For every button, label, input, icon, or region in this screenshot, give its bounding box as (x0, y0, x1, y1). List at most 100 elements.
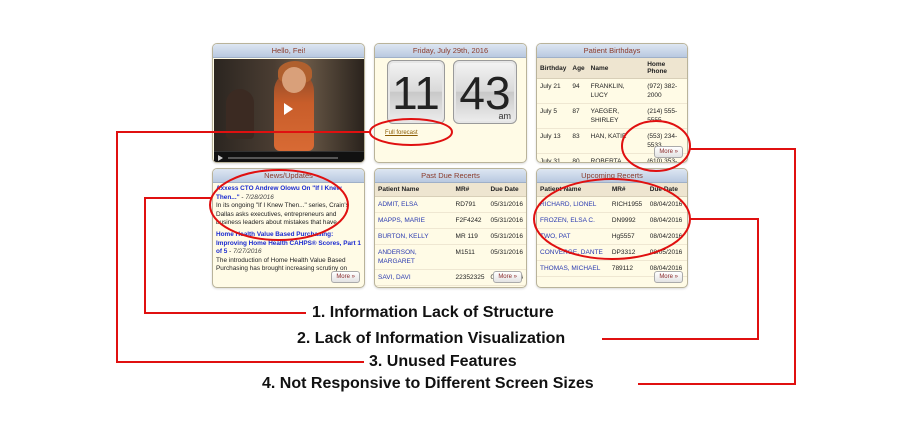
cell: Hg5557 (608, 228, 647, 245)
table-row[interactable]: MAPPS, MARIE F2F4242 05/31/2016 (375, 212, 526, 229)
patient-link[interactable]: MAPPS, MARIE (375, 212, 453, 229)
cell: (214) 555-5555 (644, 103, 687, 129)
full-forecast-link[interactable]: Full forecast (385, 130, 418, 136)
annotation-label-1: 1. Information Lack of Structure (312, 304, 554, 321)
cell: July 13 (537, 128, 570, 154)
cell: HAN, KATIE (587, 128, 645, 154)
panel-title: Upcoming Recerts (537, 169, 687, 183)
column-header: MR# (608, 183, 647, 197)
cell: 94 (569, 78, 588, 104)
welcome-video-panel: Hello, Fei! (212, 43, 365, 163)
patient-birthdays-panel: Patient Birthdays Birthday Age Name Home… (536, 43, 688, 163)
table-row: July 21 94 FRANKLIN, LUCY (972) 382-2000 (537, 78, 687, 104)
news-item: Axxess CTO Andrew Olowu On "If I Knew Th… (216, 185, 362, 228)
cell: 22352325 (452, 269, 488, 286)
patient-link[interactable]: FROZEN, ELSA C. (537, 212, 609, 229)
patient-link[interactable]: BURTON, KELLY (375, 228, 453, 245)
cell: MR 119 (452, 228, 488, 245)
panel-title: News/Updates (213, 169, 364, 183)
cell: 05/31/2016 (487, 212, 526, 229)
upcoming-table: Patient Name MR# Due Date RICHARD, LIONE… (537, 183, 687, 277)
column-header: Due Date (487, 183, 526, 197)
cell: 08/04/2016 (646, 212, 687, 229)
table-row[interactable]: RICHARD, LIONEL RICH1955 08/04/2016 (537, 196, 687, 213)
cell: DP3312 (608, 244, 647, 261)
cell: 08/04/2016 (646, 196, 687, 213)
cell: 05/31/2016 (487, 244, 526, 270)
cell: 80 (569, 153, 588, 162)
video-progress-bar[interactable] (228, 157, 338, 159)
table-row[interactable]: ADMIT, ELSA RD791 05/31/2016 (375, 196, 526, 213)
annotation-label-2: 2. Lack of Information Visualization (297, 330, 566, 347)
cell: July 5 (537, 103, 570, 129)
news-headline-link[interactable]: Axxess CTO Andrew Olowu On "If I Knew Th… (216, 185, 342, 201)
more-button[interactable]: More » (654, 146, 683, 158)
cell: M1511 (452, 244, 488, 270)
cell: (972) 382-2000 (644, 78, 687, 104)
cell: 05/31/2016 (487, 228, 526, 245)
cell: F2F4242 (452, 212, 488, 229)
patient-link[interactable]: RICHARD, LIONEL (537, 196, 609, 213)
column-header: Due Date (646, 183, 687, 197)
column-header: Birthday (537, 58, 570, 79)
play-small-icon[interactable] (218, 155, 223, 161)
cell: 08/04/2016 (646, 228, 687, 245)
cell: July 31 (537, 153, 570, 162)
cell: 05/31/2016 (487, 196, 526, 213)
news-list: Axxess CTO Andrew Olowu On "If I Knew Th… (216, 185, 362, 274)
cell: RICH1955 (608, 196, 647, 213)
cell: July 21 (537, 78, 570, 104)
cell: 789112 (608, 260, 647, 277)
more-button[interactable]: More » (493, 271, 522, 283)
more-button[interactable]: More » (654, 271, 683, 283)
play-icon[interactable] (284, 103, 293, 115)
cell: 83 (569, 128, 588, 154)
more-button[interactable]: More » (331, 271, 360, 283)
table-row[interactable]: FROZEN, ELSA C. DN9992 08/04/2016 (537, 212, 687, 229)
video-player[interactable] (214, 59, 364, 162)
cell: ROBERTA, AUDRY (587, 153, 645, 162)
cell: 08/05/2016 (646, 244, 687, 261)
cell: DN9992 (608, 212, 647, 229)
patient-link[interactable]: TWO, PAT (537, 228, 609, 245)
table-row: July 5 87 YAEGER, SHIRLEY (214) 555-5555 (537, 103, 687, 129)
date-clock-panel: Friday, July 29th, 2016 11 43 am Full fo… (374, 43, 527, 163)
column-header: Name (587, 58, 645, 79)
panel-title: Hello, Fei! (213, 44, 364, 58)
cell: YAEGER, SHIRLEY (587, 103, 645, 129)
cell: 87 (569, 103, 588, 129)
patient-link[interactable]: CONVERGE, DANTE (537, 244, 609, 261)
annotation-label-3: 3. Unused Features (369, 353, 517, 370)
video-person-left (226, 89, 254, 139)
upcoming-recerts-panel: Upcoming Recerts Patient Name MR# Due Da… (536, 168, 688, 288)
annotation-label-4: 4. Not Responsive to Different Screen Si… (262, 375, 594, 392)
patient-link[interactable]: ADMIT, ELSA (375, 196, 453, 213)
table-row[interactable]: BURTON, KELLY MR 119 05/31/2016 (375, 228, 526, 245)
cell: RD791 (452, 196, 488, 213)
clock-minute: 43 am (453, 60, 517, 124)
clock-ampm: am (498, 111, 511, 121)
patient-link[interactable]: SAVI, DAVI (375, 269, 453, 286)
cell: FRANKLIN, LUCY (587, 78, 645, 104)
news-updates-panel: News/Updates Axxess CTO Andrew Olowu On … (212, 168, 365, 288)
news-summary: In its ongoing "If I Knew Then..." serie… (216, 202, 349, 227)
column-header: Patient Name (537, 183, 609, 197)
panel-title: Patient Birthdays (537, 44, 687, 58)
table-row[interactable]: TWO, PAT Hg5557 08/04/2016 (537, 228, 687, 245)
news-date: 7/27/2016 (233, 248, 262, 256)
table-row[interactable]: CONVERGE, DANTE DP3312 08/05/2016 (537, 244, 687, 261)
panel-title: Past Due Recerts (375, 169, 526, 183)
news-item: Home Health Value Based Purchasing: Impr… (216, 230, 361, 273)
patient-link[interactable]: ANDERSON, MARGARET (375, 244, 453, 270)
news-date: 7/28/2016 (245, 193, 274, 201)
column-header: Patient Name (375, 183, 453, 197)
panel-title: Friday, July 29th, 2016 (375, 44, 526, 58)
clock-hour: 11 (387, 60, 445, 124)
video-controls[interactable] (214, 151, 364, 162)
past-due-recerts-panel: Past Due Recerts Patient Name MR# Due Da… (374, 168, 527, 288)
column-header: MR# (452, 183, 488, 197)
table-row[interactable]: ANDERSON, MARGARET M1511 05/31/2016 (375, 244, 526, 270)
column-header: Age (569, 58, 588, 79)
column-header: Home Phone (644, 58, 687, 79)
patient-link[interactable]: THOMAS, MICHAEL (537, 260, 609, 277)
